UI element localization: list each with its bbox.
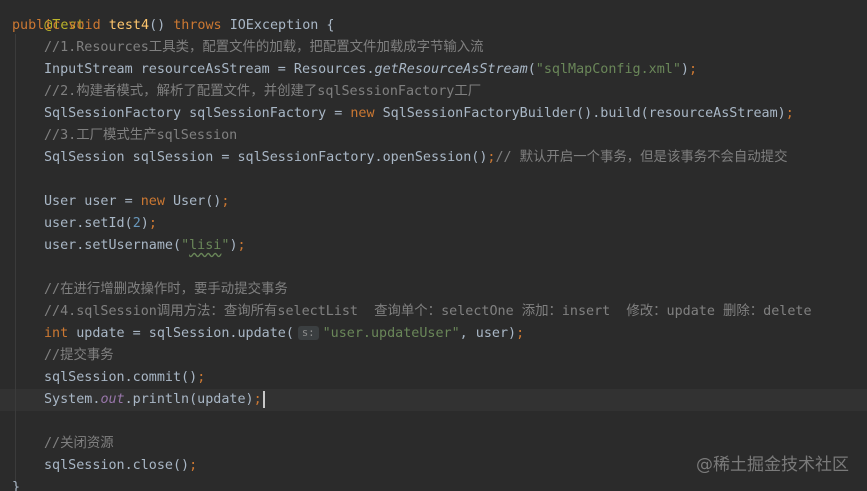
- paren-close: ): [140, 216, 149, 231]
- method-name: test4: [108, 18, 150, 33]
- code-line-7: //3.工厂模式生产sqlSession: [12, 125, 237, 147]
- code-line-18: sqlSession.commit();: [12, 367, 205, 389]
- code-line-19: System.out.println(update);: [12, 389, 265, 411]
- code-text: sqlSession.commit(): [44, 370, 198, 385]
- watermark: @稀土掘金技术社区: [696, 455, 849, 475]
- semicolon: ;: [148, 216, 157, 231]
- code-editor[interactable]: @Test public void test4() throws IOExcep…: [0, 0, 867, 491]
- exception-type: IOException {: [229, 18, 335, 33]
- method-params: (): [149, 18, 166, 33]
- comment: // 默认开启一个事务，但是该事务不会自动提交: [495, 150, 788, 165]
- semicolon: ;: [197, 370, 206, 385]
- comment: //关闭资源: [44, 436, 114, 451]
- string-literal: "sqlMapConfig.xml": [535, 62, 681, 77]
- code-text: SqlSession sqlSession = sqlSessionFactor…: [44, 150, 488, 165]
- code-text: sqlSession.close(): [44, 458, 190, 473]
- comment: //在进行增删改操作时，要手动提交事务: [44, 282, 288, 297]
- code-line-22: sqlSession.close();: [12, 455, 197, 477]
- parameter-hint: s:: [297, 326, 319, 340]
- code-line-17: //提交事务: [12, 345, 114, 367]
- code-line-15: //4.sqlSession调用方法：查询所有selectList 查询单个：s…: [12, 301, 812, 323]
- semicolon: ;: [785, 106, 794, 121]
- code-text: User(): [164, 194, 222, 209]
- code-line-6: SqlSessionFactory sqlSessionFactory = ne…: [12, 103, 794, 125]
- code-line-8: SqlSession sqlSession = sqlSessionFactor…: [12, 147, 787, 169]
- code-line-14: //在进行增删改操作时，要手动提交事务: [12, 279, 288, 301]
- comment: //3.工厂模式生产sqlSession: [44, 128, 238, 143]
- semicolon: ;: [189, 458, 198, 473]
- code-text: InputStream resourceAsStream = Resources…: [44, 62, 375, 77]
- code-line-5: //2.构建者模式，解析了配置文件，并创建了sqlSessionFactory工…: [12, 81, 481, 103]
- code-text: User user =: [44, 194, 141, 209]
- number-literal: 2: [132, 216, 141, 231]
- semicolon: ;: [516, 326, 525, 341]
- code-text: update = sqlSession.update(: [68, 326, 294, 341]
- code-line-23: }: [12, 477, 20, 491]
- code-text: , user): [459, 326, 517, 341]
- paren-close: ): [680, 62, 689, 77]
- comment: //1.Resources工具类，配置文件的加载，把配置文件加载成字节输入流: [44, 40, 484, 55]
- comment: //2.构建者模式，解析了配置文件，并创建了sqlSessionFactory工…: [44, 84, 482, 99]
- code-text: .println(update): [124, 392, 254, 407]
- keyword-new: new: [350, 106, 375, 121]
- keyword-public: public: [12, 18, 61, 33]
- static-method-call: getResourceAsStream: [374, 62, 528, 77]
- keyword-int: int: [44, 326, 69, 341]
- semicolon: ;: [237, 238, 246, 253]
- semicolon: ;: [688, 62, 698, 77]
- semicolon: ;: [253, 392, 262, 407]
- text-caret: [262, 390, 265, 408]
- code-line-12: user.setUsername("lisi");: [12, 235, 246, 257]
- code-line-1: @Test: [12, 0, 84, 33]
- closing-brace: }: [12, 480, 21, 491]
- static-field: out: [100, 392, 125, 407]
- paren-close: ): [229, 238, 238, 253]
- code-line-10: User user = new User();: [12, 191, 229, 213]
- code-text: System.: [44, 392, 101, 407]
- keyword-new: new: [140, 194, 165, 209]
- code-text: user.setUsername(: [44, 238, 182, 253]
- semicolon: ;: [221, 194, 230, 209]
- code-line-3: //1.Resources工具类，配置文件的加载，把配置文件加载成字节输入流: [12, 37, 484, 59]
- code-line-16: int update = sqlSession.update(s: "user.u…: [12, 323, 524, 345]
- code-line-2: public void test4() throws IOException {: [12, 15, 335, 37]
- paren-open: (: [527, 62, 536, 77]
- keyword-throws: throws: [173, 18, 222, 33]
- comment: //4.sqlSession调用方法：查询所有selectList 查询单个：s…: [44, 304, 812, 319]
- code-line-4: InputStream resourceAsStream = Resources…: [12, 59, 697, 81]
- comment: //提交事务: [44, 348, 114, 363]
- string-literal: lisi: [189, 238, 222, 253]
- keyword-void: void: [68, 18, 101, 33]
- string-quote: ": [181, 238, 190, 253]
- string-literal: "user.updateUser": [322, 326, 460, 341]
- code-text: SqlSessionFactoryBuilder().build(resourc…: [374, 106, 786, 121]
- code-text: SqlSessionFactory sqlSessionFactory =: [44, 106, 351, 121]
- code-text: user.setId(: [44, 216, 133, 231]
- code-line-11: user.setId(2);: [12, 213, 157, 235]
- code-line-21: //关闭资源: [12, 433, 114, 455]
